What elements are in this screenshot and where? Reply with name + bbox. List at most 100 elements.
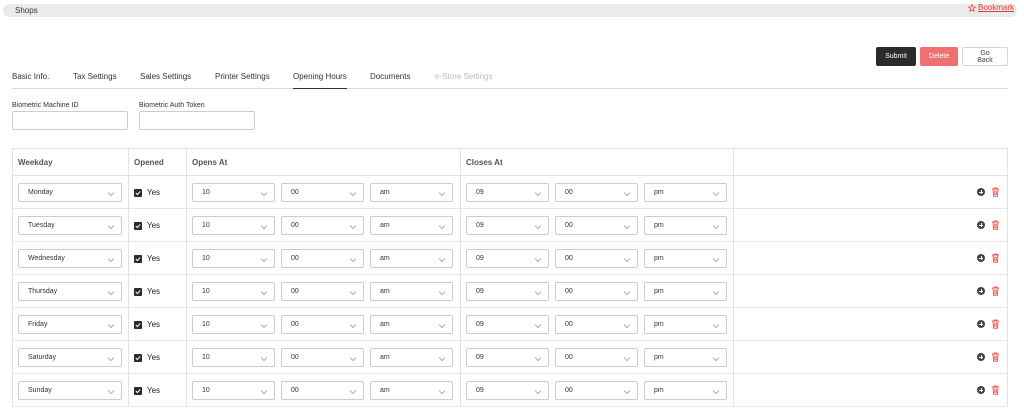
go-back-button[interactable]: Go Back <box>962 47 1008 66</box>
opens-ampm-select[interactable]: am <box>370 381 453 400</box>
add-time-icon[interactable] <box>977 353 985 361</box>
biometric-machine-id-input[interactable] <box>12 111 128 130</box>
column-divider <box>12 149 13 407</box>
chevron-down-icon <box>534 190 542 197</box>
opened-checkbox[interactable] <box>134 321 142 329</box>
opened-checkbox[interactable] <box>134 354 142 362</box>
add-time-icon[interactable] <box>977 287 985 295</box>
opened-label: Yes <box>147 221 161 230</box>
biometric-auth-token-input[interactable] <box>139 111 255 130</box>
trash-icon[interactable] <box>991 319 1000 329</box>
opens-minute-select[interactable]: 00 <box>281 183 364 202</box>
opens-hour-select[interactable]: 10 <box>192 282 275 301</box>
select-value: Friday <box>28 321 48 328</box>
add-time-icon[interactable] <box>977 386 985 394</box>
closes-hour-select[interactable]: 09 <box>466 183 549 202</box>
opens-minute-select[interactable]: 00 <box>281 282 364 301</box>
opened-checkbox[interactable] <box>134 189 142 197</box>
closes-minute-select[interactable]: 00 <box>555 183 638 202</box>
opens-minute-select[interactable]: 00 <box>281 348 364 367</box>
closes-ampm-select[interactable]: pm <box>644 216 727 235</box>
weekday-select[interactable]: Saturday <box>18 348 122 367</box>
add-time-icon[interactable] <box>977 221 985 229</box>
select-value: 00 <box>565 321 573 328</box>
closes-minute-select[interactable]: 00 <box>555 315 638 334</box>
add-time-icon[interactable] <box>977 320 985 328</box>
opened-checkbox[interactable] <box>134 387 142 395</box>
opens-ampm-select[interactable]: am <box>370 183 453 202</box>
closes-minute-select[interactable]: 00 <box>555 348 638 367</box>
add-time-icon[interactable] <box>977 254 985 262</box>
checkmark-icon <box>135 257 141 262</box>
bookmark-link[interactable]: Bookmark <box>967 3 1014 12</box>
closes-ampm-select[interactable]: pm <box>644 381 727 400</box>
trash-icon[interactable] <box>991 385 1000 395</box>
weekday-select[interactable]: Monday <box>18 183 122 202</box>
closes-ampm-select[interactable]: pm <box>644 183 727 202</box>
opens-minute-select[interactable]: 00 <box>281 381 364 400</box>
trash-icon[interactable] <box>991 352 1000 362</box>
opens-minute-select[interactable]: 00 <box>281 249 364 268</box>
select-value: 00 <box>565 255 573 262</box>
delete-button[interactable]: Delete <box>920 47 958 66</box>
chevron-down-icon <box>438 355 446 362</box>
submit-button[interactable]: Submit <box>876 47 916 66</box>
closes-hour-select[interactable]: 09 <box>466 216 549 235</box>
opens-hour-select[interactable]: 10 <box>192 315 275 334</box>
closes-minute-select[interactable]: 00 <box>555 216 638 235</box>
trash-icon[interactable] <box>991 187 1000 197</box>
tab-tax-settings[interactable]: Tax Settings <box>73 72 117 89</box>
opens-hour-select[interactable]: 10 <box>192 381 275 400</box>
closes-at-header: Closes At <box>466 158 503 167</box>
weekday-select[interactable]: Tuesday <box>18 216 122 235</box>
weekday-select[interactable]: Friday <box>18 315 122 334</box>
opened-checkbox[interactable] <box>134 288 142 296</box>
opens-ampm-select[interactable]: am <box>370 315 453 334</box>
closes-hour-select[interactable]: 09 <box>466 249 549 268</box>
tab-sales-settings[interactable]: Sales Settings <box>140 72 191 89</box>
closes-minute-select[interactable]: 00 <box>555 381 638 400</box>
opens-ampm-select[interactable]: am <box>370 282 453 301</box>
chevron-down-icon <box>534 322 542 329</box>
closes-minute-select[interactable]: 00 <box>555 282 638 301</box>
closes-hour-select[interactable]: 09 <box>466 348 549 367</box>
trash-icon[interactable] <box>991 286 1000 296</box>
trash-icon[interactable] <box>991 253 1000 263</box>
closes-ampm-select[interactable]: pm <box>644 282 727 301</box>
select-value: pm <box>654 189 664 196</box>
opens-hour-select[interactable]: 10 <box>192 348 275 367</box>
chevron-down-icon <box>534 355 542 362</box>
tab-documents[interactable]: Documents <box>370 72 410 89</box>
closes-hour-select[interactable]: 09 <box>466 282 549 301</box>
opened-checkbox[interactable] <box>134 222 142 230</box>
weekday-select[interactable]: Sunday <box>18 381 122 400</box>
checkmark-icon <box>135 290 141 295</box>
add-time-icon[interactable] <box>977 188 985 196</box>
weekday-select[interactable]: Wednesday <box>18 249 122 268</box>
trash-icon[interactable] <box>991 220 1000 230</box>
closes-ampm-select[interactable]: pm <box>644 348 727 367</box>
opens-hour-select[interactable]: 10 <box>192 249 275 268</box>
opens-minute-select[interactable]: 00 <box>281 315 364 334</box>
tab-opening-hours[interactable]: Opening Hours <box>293 72 347 89</box>
chevron-down-icon <box>438 322 446 329</box>
closes-ampm-select[interactable]: pm <box>644 249 727 268</box>
opens-ampm-select[interactable]: am <box>370 348 453 367</box>
closes-ampm-select[interactable]: pm <box>644 315 727 334</box>
opens-ampm-select[interactable]: am <box>370 216 453 235</box>
closes-hour-select[interactable]: 09 <box>466 315 549 334</box>
select-value: 09 <box>476 321 484 328</box>
opens-ampm-select[interactable]: am <box>370 249 453 268</box>
chevron-down-icon <box>349 355 357 362</box>
opens-hour-select[interactable]: 10 <box>192 216 275 235</box>
opened-checkbox[interactable] <box>134 255 142 263</box>
closes-hour-select[interactable]: 09 <box>466 381 549 400</box>
closes-minute-select[interactable]: 00 <box>555 249 638 268</box>
weekday-select[interactable]: Thursday <box>18 282 122 301</box>
opens-hour-select[interactable]: 10 <box>192 183 275 202</box>
opens-minute-select[interactable]: 00 <box>281 216 364 235</box>
tab-basic-info[interactable]: Basic Info. <box>12 72 49 89</box>
tab-printer-settings[interactable]: Printer Settings <box>215 72 270 89</box>
select-value: am <box>380 321 390 328</box>
chevron-down-icon <box>107 289 115 296</box>
